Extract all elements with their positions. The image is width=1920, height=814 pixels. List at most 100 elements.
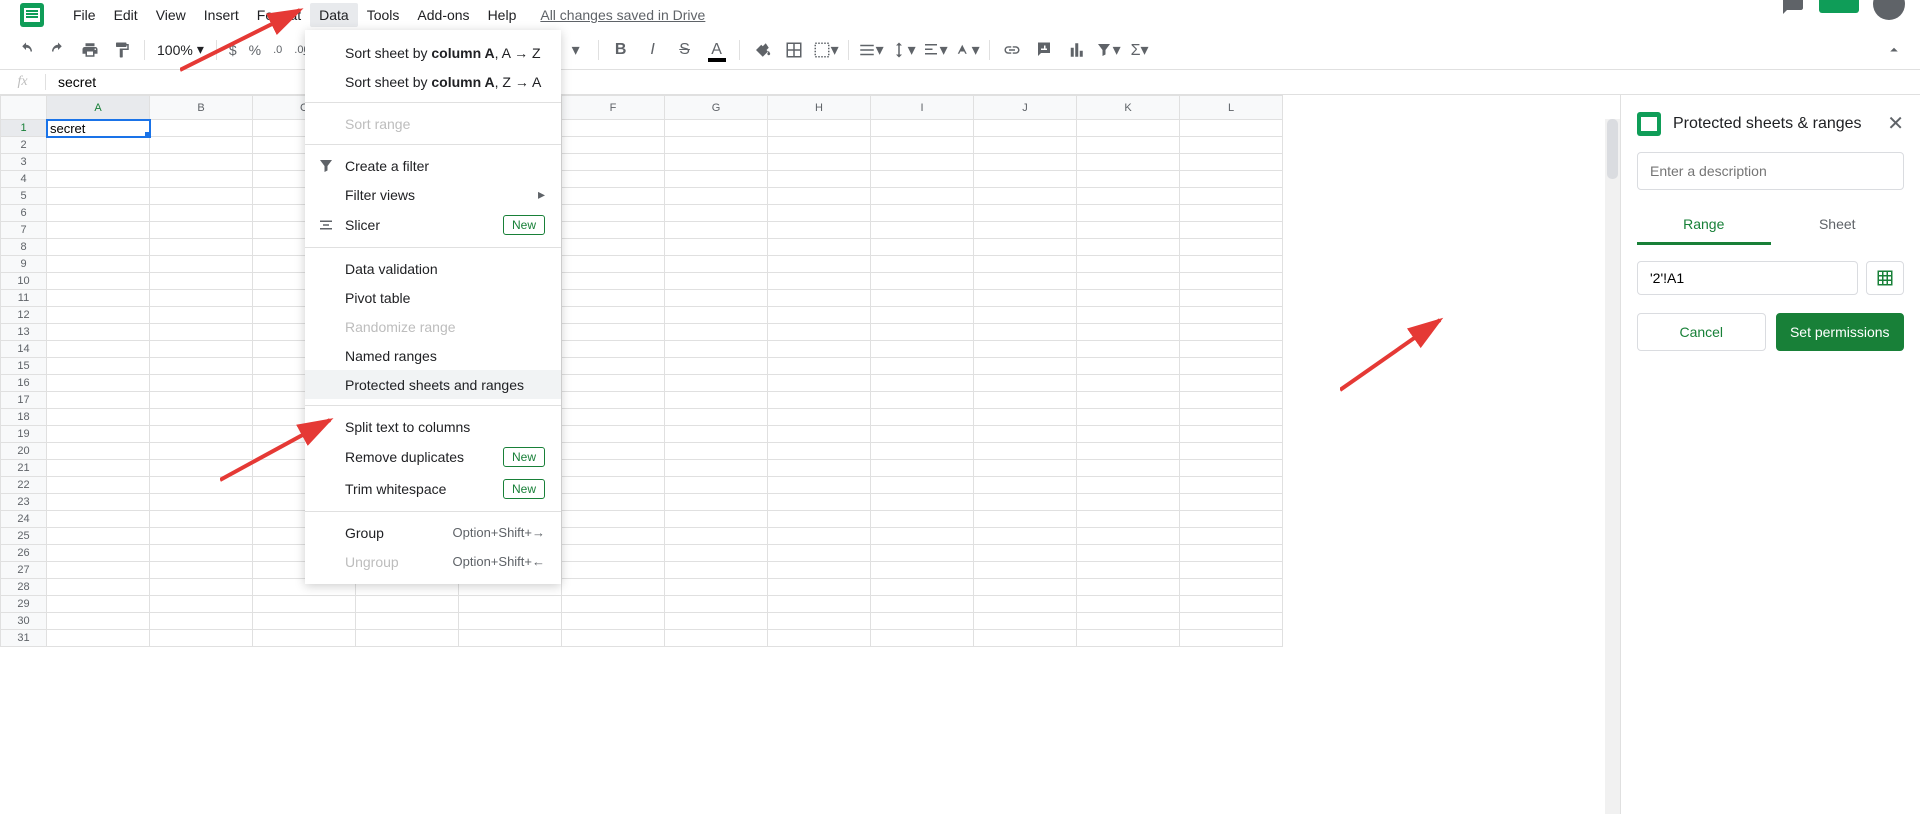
cell[interactable]	[47, 290, 150, 307]
menu-view[interactable]: View	[147, 3, 195, 27]
row-header[interactable]: 21	[1, 460, 47, 477]
cell[interactable]	[1077, 188, 1180, 205]
filter-button[interactable]: ▾	[1094, 36, 1122, 64]
cell[interactable]	[871, 154, 974, 171]
cell[interactable]	[1077, 324, 1180, 341]
row-header[interactable]: 11	[1, 290, 47, 307]
cell[interactable]	[665, 409, 768, 426]
cell[interactable]	[1077, 222, 1180, 239]
cell[interactable]	[768, 273, 871, 290]
cell[interactable]	[974, 528, 1077, 545]
print-button[interactable]	[76, 36, 104, 64]
column-header[interactable]: A	[47, 96, 150, 120]
cell[interactable]	[1077, 137, 1180, 154]
cell[interactable]	[871, 426, 974, 443]
tab-range[interactable]: Range	[1637, 206, 1771, 245]
cell[interactable]	[871, 205, 974, 222]
cell[interactable]	[665, 256, 768, 273]
cell[interactable]	[562, 188, 665, 205]
cell[interactable]	[562, 596, 665, 613]
cell[interactable]	[871, 562, 974, 579]
cell[interactable]	[150, 307, 253, 324]
cell[interactable]	[974, 630, 1077, 647]
cell[interactable]	[768, 426, 871, 443]
vertical-scrollbar[interactable]	[1605, 119, 1620, 814]
cell[interactable]	[1180, 188, 1283, 205]
menu-protected-ranges[interactable]: Protected sheets and ranges	[305, 370, 561, 399]
cell[interactable]	[974, 154, 1077, 171]
cell[interactable]	[974, 392, 1077, 409]
cell[interactable]	[1077, 273, 1180, 290]
cell[interactable]	[1077, 154, 1180, 171]
cell[interactable]	[768, 256, 871, 273]
cell[interactable]	[665, 205, 768, 222]
cell[interactable]	[150, 443, 253, 460]
cell[interactable]	[1180, 256, 1283, 273]
cell[interactable]	[768, 460, 871, 477]
cell[interactable]	[768, 528, 871, 545]
cell[interactable]	[356, 630, 459, 647]
cell[interactable]	[871, 375, 974, 392]
cell[interactable]	[47, 562, 150, 579]
close-sidebar-button[interactable]: ✕	[1887, 111, 1904, 136]
cell[interactable]	[1077, 171, 1180, 188]
cell[interactable]	[665, 596, 768, 613]
cell[interactable]	[47, 137, 150, 154]
row-header[interactable]: 17	[1, 392, 47, 409]
text-wrap-button[interactable]: ▾	[921, 36, 949, 64]
cell[interactable]	[562, 256, 665, 273]
cell[interactable]	[768, 290, 871, 307]
cell[interactable]	[1180, 460, 1283, 477]
cell[interactable]	[47, 426, 150, 443]
cell[interactable]	[1180, 137, 1283, 154]
cell[interactable]	[150, 630, 253, 647]
user-avatar[interactable]	[1873, 0, 1905, 20]
cell[interactable]	[1077, 477, 1180, 494]
cell[interactable]	[665, 630, 768, 647]
cell[interactable]	[871, 307, 974, 324]
cell[interactable]	[562, 375, 665, 392]
row-header[interactable]: 20	[1, 443, 47, 460]
redo-button[interactable]	[44, 36, 72, 64]
column-header[interactable]: J	[974, 96, 1077, 120]
paint-format-button[interactable]	[108, 36, 136, 64]
cell[interactable]	[768, 494, 871, 511]
cell[interactable]	[871, 120, 974, 137]
cell[interactable]	[1180, 239, 1283, 256]
cell[interactable]	[562, 273, 665, 290]
cell[interactable]	[665, 137, 768, 154]
menu-data-validation[interactable]: Data validation	[305, 254, 561, 283]
cell[interactable]	[768, 358, 871, 375]
cell[interactable]	[47, 358, 150, 375]
borders-button[interactable]	[780, 36, 808, 64]
cell[interactable]	[871, 188, 974, 205]
cell[interactable]	[562, 120, 665, 137]
cell[interactable]	[871, 579, 974, 596]
cell[interactable]	[150, 324, 253, 341]
cell[interactable]	[974, 511, 1077, 528]
cell[interactable]	[871, 256, 974, 273]
cell[interactable]	[1077, 358, 1180, 375]
cell[interactable]	[1077, 426, 1180, 443]
cell[interactable]	[665, 324, 768, 341]
functions-button[interactable]: Σ▾	[1126, 36, 1154, 64]
cell[interactable]	[665, 494, 768, 511]
cell[interactable]	[1180, 307, 1283, 324]
cell[interactable]	[150, 290, 253, 307]
cell[interactable]	[665, 443, 768, 460]
cell[interactable]	[459, 596, 562, 613]
cell[interactable]	[47, 579, 150, 596]
cell[interactable]	[768, 120, 871, 137]
cell[interactable]	[974, 290, 1077, 307]
cell[interactable]	[1180, 205, 1283, 222]
row-header[interactable]: 19	[1, 426, 47, 443]
cell[interactable]	[47, 171, 150, 188]
cell[interactable]	[768, 545, 871, 562]
menu-sort-za[interactable]: Sort sheet by column A, Z → A	[305, 67, 561, 96]
column-header[interactable]: L	[1180, 96, 1283, 120]
cell[interactable]	[665, 222, 768, 239]
cell[interactable]	[562, 630, 665, 647]
cell[interactable]	[1077, 511, 1180, 528]
row-header[interactable]: 10	[1, 273, 47, 290]
row-header[interactable]: 1	[1, 120, 47, 137]
